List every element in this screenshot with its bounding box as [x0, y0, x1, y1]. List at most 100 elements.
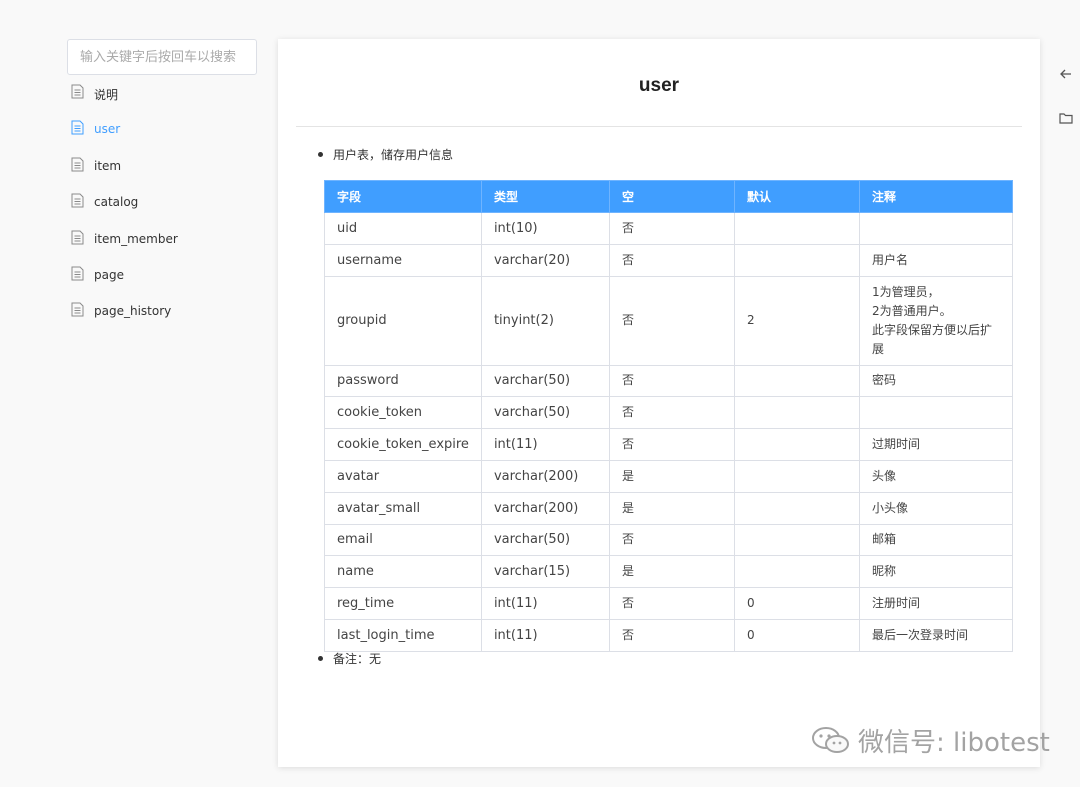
column-header: 空 [608, 180, 735, 213]
table-cell: 否 [608, 428, 735, 461]
table-cell: 用户名 [858, 243, 1014, 277]
table-row: groupid tinyint(2) 否 2 1为管理员， 2为普通用户。 此字段保留方… [324, 275, 1014, 366]
sidebar-item-label: item_member [94, 231, 178, 246]
table-cell: last_login_time [324, 618, 482, 652]
table-cell: int(11) [480, 587, 610, 620]
table-cell: 是 [608, 555, 735, 589]
table-cell [858, 396, 1014, 430]
table-cell: 0 [733, 618, 860, 652]
table-cell: groupid [324, 275, 482, 366]
sidebar-item-label: user [94, 122, 121, 137]
folder-icon[interactable] [1058, 110, 1074, 126]
table-cell: 2 [733, 275, 860, 366]
sidebar-item-label: page_history [94, 304, 172, 319]
table-cell: varchar(50) [480, 396, 610, 430]
search-input[interactable] [67, 39, 257, 75]
document-icon [71, 230, 84, 245]
table-cell: 否 [608, 396, 735, 430]
sidebar-item-label: 说明 [94, 88, 119, 102]
sidebar-item-label: item [94, 158, 122, 173]
table-cell: avatar [324, 459, 482, 493]
table-cell [733, 364, 860, 398]
sidebar-item-label: catalog [94, 195, 139, 210]
watermark: 微信号: libotest [810, 722, 1050, 758]
table-cell: int(11) [480, 428, 610, 461]
table-cell: 否 [608, 523, 735, 557]
sidebar: 说明 user item catalog item_member page pa… [67, 39, 257, 339]
doc-nav: 说明 user item catalog item_member page pa… [67, 84, 257, 339]
table-row: uid int(10) 否 [324, 212, 1014, 245]
table-row: avatar varchar(200) 是 头像 [324, 459, 1014, 493]
column-header: 字段 [324, 180, 482, 213]
table-cell: avatar_small [324, 491, 482, 525]
sidebar-item-item[interactable]: item [67, 157, 257, 193]
table-cell: 最后一次登录时间 [858, 618, 1014, 652]
table-cell [733, 212, 860, 245]
table-cell [858, 212, 1014, 245]
document-icon [71, 302, 84, 317]
sidebar-item-catalog[interactable]: catalog [67, 193, 257, 229]
document-icon [71, 120, 84, 135]
table-row: password varchar(50) 否 密码 [324, 364, 1014, 398]
table-row: email varchar(50) 否 邮箱 [324, 523, 1014, 557]
table-row: avatar_small varchar(200) 是 小头像 [324, 491, 1014, 525]
table-cell: tinyint(2) [480, 275, 610, 366]
table-cell: 头像 [858, 459, 1014, 493]
table-row: name varchar(15) 是 昵称 [324, 555, 1014, 589]
document-icon [71, 157, 84, 172]
table-cell: password [324, 364, 482, 398]
table-cell: 邮箱 [858, 523, 1014, 557]
watermark-text: 微信号: libotest [858, 727, 1050, 758]
table-cell: varchar(20) [480, 243, 610, 277]
table-cell: 昵称 [858, 555, 1014, 589]
wechat-icon [812, 727, 849, 753]
table-cell: 否 [608, 212, 735, 245]
doc-card: user 用户表，储存用户信息 字段 类型 空 默认 注释 uid int(10)… [278, 39, 1040, 767]
table-cell [733, 428, 860, 461]
table-cell: 0 [733, 587, 860, 620]
column-header: 注释 [858, 180, 1014, 213]
table-cell: 是 [608, 459, 735, 493]
table-row: last_login_time int(11) 否 0 最后一次登录时间 [324, 618, 1014, 652]
table-row: username varchar(20) 否 用户名 [324, 243, 1014, 277]
sidebar-item-item-member[interactable]: item_member [67, 230, 257, 266]
table-cell [733, 243, 860, 277]
sidebar-item-page-history[interactable]: page_history [67, 302, 257, 338]
table-cell: name [324, 555, 482, 589]
table-body: uid int(10) 否 username varchar(20) 否用户名 groupi… [324, 212, 1014, 652]
table-description: 用户表，储存用户信息 [317, 148, 454, 162]
table-cell: 过期时间 [858, 428, 1014, 461]
page-title: user [638, 75, 680, 96]
table-cell: int(11) [480, 618, 610, 652]
sidebar-item-label: page [94, 267, 124, 282]
table-cell: 1为管理员， 2为普通用户。 此字段保留方便以后扩展 [858, 275, 1014, 366]
sidebar-item-user[interactable]: user [67, 120, 257, 156]
sidebar-item-page[interactable]: page [67, 266, 257, 302]
table-cell: 是 [608, 491, 735, 525]
table-cell [733, 491, 860, 525]
table-cell: varchar(200) [480, 459, 610, 493]
table-cell: 否 [608, 618, 735, 652]
table-cell [733, 555, 860, 589]
table-cell: 否 [608, 587, 735, 620]
table-cell: uid [324, 212, 482, 245]
document-icon [71, 266, 84, 281]
table-cell: varchar(50) [480, 364, 610, 398]
table-cell: 否 [608, 364, 735, 398]
table-row: cookie_token_expire int(11) 否 过期时间 [324, 428, 1014, 461]
table-cell: int(10) [480, 212, 610, 245]
table-cell [733, 459, 860, 493]
arrow-left-icon[interactable] [1058, 66, 1074, 82]
table-cell: 密码 [858, 364, 1014, 398]
table-header-row: 字段 类型 空 默认 注释 [324, 180, 1014, 213]
table-cell: 否 [608, 275, 735, 366]
remark: 备注：无 [317, 652, 382, 666]
table-cell: 否 [608, 243, 735, 277]
table-cell: varchar(15) [480, 555, 610, 589]
document-icon [71, 84, 84, 99]
sidebar-item-说明[interactable]: 说明 [67, 84, 257, 120]
title-divider [296, 126, 1022, 127]
table-cell: cookie_token [324, 396, 482, 430]
table-cell: reg_time [324, 587, 482, 620]
table-cell: 注册时间 [858, 587, 1014, 620]
